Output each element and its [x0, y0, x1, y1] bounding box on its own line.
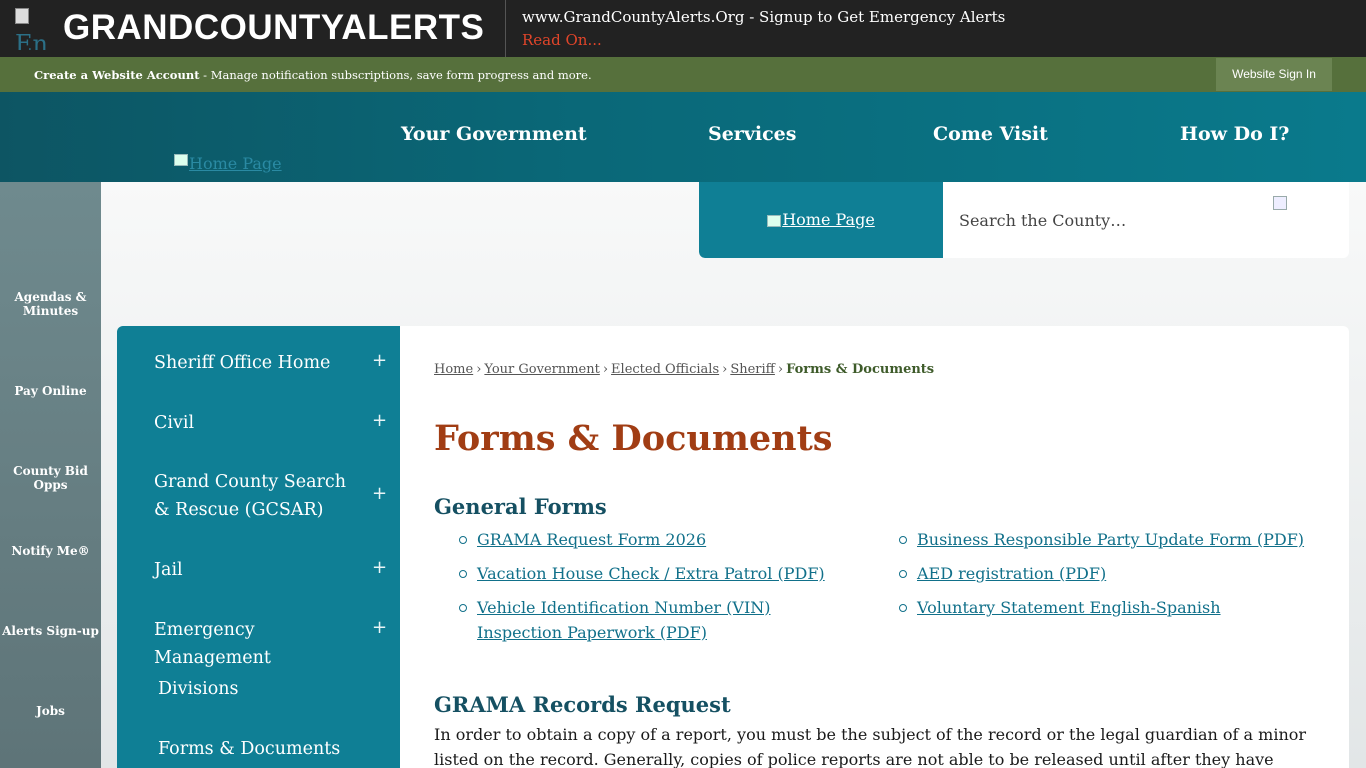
sheriff-side-navigation: Sheriff Office Home + Civil + Grand Coun… — [117, 326, 400, 768]
nav-services[interactable]: Services — [708, 123, 796, 145]
search-input[interactable] — [959, 202, 1259, 238]
side-item-jail[interactable]: Jail — [154, 556, 354, 584]
search-home-logo-alt-text: Home Page — [782, 210, 875, 229]
nav-how-do-i[interactable]: How Do I? — [1180, 123, 1289, 145]
breadcrumb-separator: › — [476, 362, 482, 377]
form-link-grama-request[interactable]: GRAMA Request Form 2026 — [477, 530, 706, 549]
broken-image-icon: En — [15, 8, 57, 50]
create-account-link[interactable]: Create a Website Account — [34, 68, 200, 82]
rail-notify-me[interactable]: Notify Me® — [0, 544, 101, 558]
rail-alerts-sign-up[interactable]: Alerts Sign-up — [0, 624, 101, 638]
expand-plus-icon[interactable]: + — [372, 557, 387, 578]
alerts-logo-name: GRANDCOUNTYALERTS — [63, 8, 485, 47]
rail-jobs[interactable]: Jobs — [0, 704, 101, 718]
side-item-emergency-management[interactable]: Emergency Management — [154, 616, 354, 672]
side-item-sheriff-office-home[interactable]: Sheriff Office Home — [154, 349, 354, 377]
form-link-voluntary-statement[interactable]: Voluntary Statement English-Spanish — [917, 598, 1221, 617]
grama-records-text: In order to obtain a copy of a report, y… — [434, 725, 1307, 768]
expand-plus-icon[interactable]: + — [372, 350, 387, 371]
list-item: Vehicle Identification Number (VIN) Insp… — [457, 595, 837, 645]
nav-come-visit[interactable]: Come Visit — [933, 123, 1048, 145]
website-sign-in-button[interactable]: Website Sign In — [1216, 58, 1332, 91]
alerts-logo-alt-text: En — [15, 30, 48, 50]
breadcrumb-separator: › — [602, 362, 609, 377]
form-link-business-responsible-party[interactable]: Business Responsible Party Update Form (… — [917, 530, 1304, 549]
nav-your-government[interactable]: Your Government — [401, 123, 587, 145]
breadcrumb-your-government[interactable]: Your Government — [484, 362, 599, 377]
expand-plus-icon[interactable]: + — [372, 617, 387, 638]
breadcrumb-separator: › — [777, 362, 784, 377]
grama-records-heading: GRAMA Records Request — [434, 692, 731, 717]
list-item: Vacation House Check / Extra Patrol (PDF… — [457, 561, 837, 586]
search-home-logo[interactable]: Home Page — [699, 182, 943, 258]
expand-plus-icon[interactable]: + — [372, 410, 387, 431]
emergency-alert-bar: En GRANDCOUNTYALERTS www.GrandCountyAler… — [0, 0, 1366, 57]
rail-agendas-minutes[interactable]: Agendas & Minutes — [0, 290, 101, 318]
search-icon[interactable] — [1273, 196, 1287, 210]
quick-links-rail: Agendas & Minutes Pay Online County Bid … — [0, 182, 101, 768]
breadcrumb-home[interactable]: Home — [434, 362, 473, 377]
broken-image-icon — [174, 154, 188, 166]
form-link-vin-inspection[interactable]: Vehicle Identification Number (VIN) Insp… — [477, 598, 771, 642]
general-forms-list-right: Business Responsible Party Update Form (… — [897, 527, 1317, 620]
account-bar: Create a Website Account - Manage notifi… — [0, 57, 1366, 92]
general-forms-list-left: GRAMA Request Form 2026 Vacation House C… — [457, 527, 837, 645]
breadcrumb-elected-officials[interactable]: Elected Officials — [611, 362, 719, 377]
rail-county-bid-opps[interactable]: County Bid Opps — [0, 464, 101, 492]
form-link-aed-registration[interactable]: AED registration (PDF) — [917, 564, 1106, 583]
alert-message: www.GrandCountyAlerts.Org - Signup to Ge… — [522, 8, 1006, 26]
breadcrumb-sheriff[interactable]: Sheriff — [730, 362, 775, 377]
list-item: AED registration (PDF) — [897, 561, 1317, 586]
form-link-vacation-house-check[interactable]: Vacation House Check / Extra Patrol (PDF… — [477, 564, 825, 583]
main-content: Home › Your Government › Elected Officials › S… — [400, 326, 1349, 768]
page-title: Forms & Documents — [434, 418, 833, 459]
breadcrumb-current: Forms & Documents — [786, 362, 935, 377]
side-item-divisions[interactable]: Divisions — [158, 675, 358, 703]
main-navigation: Home Page Your Government Services Come … — [0, 92, 1366, 182]
broken-image-icon — [767, 214, 782, 227]
home-page-logo-alt-text: Home Page — [189, 154, 282, 173]
list-item: Voluntary Statement English-Spanish — [897, 595, 1317, 620]
search-panel: Home Page — [699, 182, 1349, 258]
side-item-forms-documents[interactable]: Forms & Documents — [158, 735, 358, 763]
list-item: Business Responsible Party Update Form (… — [897, 527, 1317, 552]
alerts-logo[interactable]: En GRANDCOUNTYALERTS — [0, 0, 506, 57]
home-page-logo[interactable]: Home Page — [174, 154, 282, 173]
list-item: GRAMA Request Form 2026 — [457, 527, 837, 552]
side-item-civil[interactable]: Civil — [154, 409, 354, 437]
expand-plus-icon[interactable]: + — [372, 483, 387, 504]
general-forms-heading: General Forms — [434, 494, 607, 519]
rail-pay-online[interactable]: Pay Online — [0, 384, 101, 398]
breadcrumb-separator: › — [722, 362, 728, 377]
alert-read-on-link[interactable]: Read On... — [522, 31, 602, 49]
side-item-search-and-rescue[interactable]: Grand County Search & Rescue (GCSAR) — [154, 468, 354, 524]
breadcrumb: Home › Your Government › Elected Officials › S… — [434, 362, 934, 377]
create-account-description: - Manage notification subscriptions, sav… — [199, 68, 592, 82]
create-account-message[interactable]: Create a Website Account - Manage notifi… — [34, 68, 592, 82]
